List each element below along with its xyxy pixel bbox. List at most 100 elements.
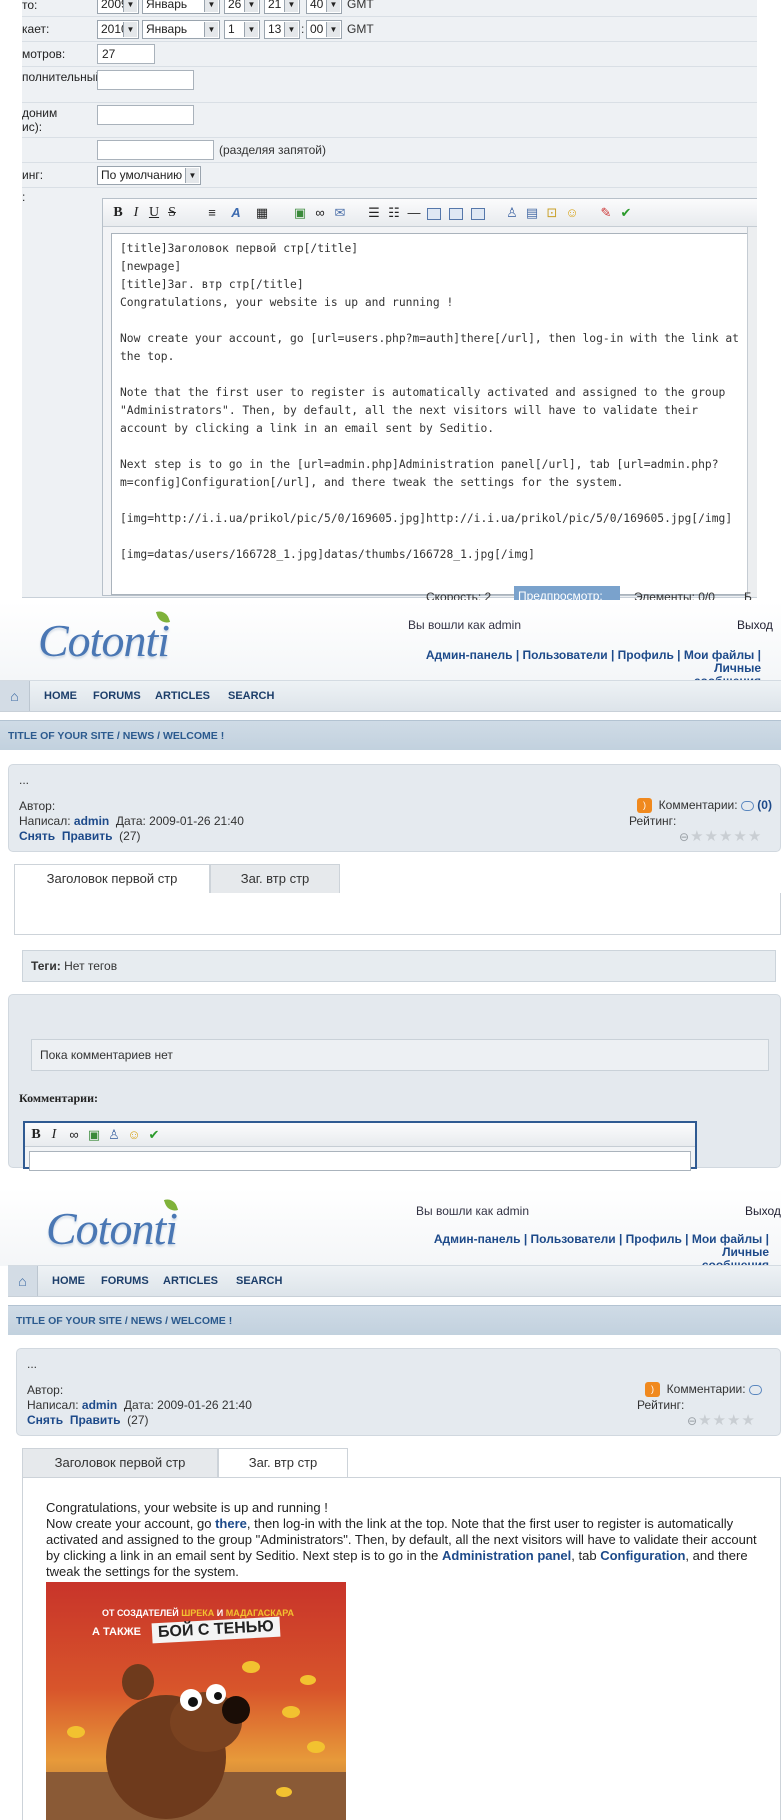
- italic-button[interactable]: I: [45, 1126, 63, 1144]
- nav-articles[interactable]: ARTICLES: [155, 690, 210, 702]
- columns-icon[interactable]: [469, 204, 487, 222]
- parser-label: инг:: [22, 168, 44, 182]
- begin-hour-select[interactable]: 21 ▼: [264, 0, 300, 14]
- alias-input[interactable]: [97, 105, 194, 125]
- smiley-icon[interactable]: ☺: [563, 204, 581, 222]
- breadcrumb-2[interactable]: TITLE OF YOUR SITE / NEWS / WELCOME !: [8, 1305, 781, 1335]
- smiley-icon[interactable]: ☺: [125, 1126, 143, 1144]
- comment-editor-toolbar: B I ∞ ▣ ♙ ☺ ✔: [25, 1123, 695, 1147]
- begin-year-select[interactable]: 2009 ▼: [97, 0, 139, 14]
- tab-second-page[interactable]: Заг. втр стр: [210, 864, 340, 894]
- extra-input[interactable]: [97, 70, 194, 90]
- remove-link[interactable]: Снять: [19, 829, 55, 843]
- editor-textarea[interactable]: [title]Заголовок первой стр[/title] [new…: [111, 233, 753, 595]
- bullet-list-icon[interactable]: ☰: [365, 204, 383, 222]
- status-preview[interactable]: Предпросмотр: 100%: [514, 586, 620, 600]
- chevron-down-icon: ▼: [204, 0, 218, 12]
- begin-month-select[interactable]: Январь ▼: [142, 0, 220, 14]
- parser-select[interactable]: По умолчанию ▼: [97, 166, 201, 185]
- expire-hour-select[interactable]: 13 ▼: [264, 20, 300, 39]
- author-link[interactable]: admin: [74, 814, 109, 828]
- status-elements: Элементы: 0/0: [634, 590, 715, 600]
- home-icon[interactable]: ⌂: [8, 1266, 38, 1296]
- email-icon[interactable]: ✉: [331, 204, 349, 222]
- image-icon[interactable]: ▣: [291, 204, 309, 222]
- user-icon[interactable]: ♙: [105, 1126, 123, 1144]
- logout-link[interactable]: Выход: [745, 1204, 781, 1218]
- nav-home[interactable]: HOME: [52, 1275, 85, 1287]
- begin-date-label: то:: [22, 0, 38, 12]
- cotonti-logo[interactable]: Cotonti: [46, 1196, 179, 1255]
- check-icon[interactable]: ✔: [145, 1126, 163, 1144]
- extra-label: полнительный: [22, 70, 103, 84]
- numbered-list-icon[interactable]: ☷: [385, 204, 403, 222]
- cancel-rating-icon[interactable]: ⊖: [679, 830, 690, 844]
- expire-year-select[interactable]: 2010 ▼: [97, 20, 139, 39]
- cancel-rating-icon[interactable]: ⊖: [687, 1414, 698, 1428]
- rating-stars[interactable]: ⊖★★★★★: [679, 827, 762, 845]
- poster-image: ОТ СОЗДАТЕЛЕЙ ШРЕКА И МАДАГАСКАРА А ТАКЖ…: [46, 1582, 346, 1820]
- link-icon[interactable]: ∞: [65, 1126, 83, 1144]
- table-icon[interactable]: ▦: [253, 204, 271, 222]
- form-row-extra: полнительный: [22, 67, 757, 103]
- link-admin-panel[interactable]: Administration panel: [442, 1548, 571, 1563]
- editor-scrollbar[interactable]: [747, 227, 757, 597]
- tab-second-page[interactable]: Заг. втр стр: [218, 1448, 348, 1478]
- form-row-tags: (разделяя запятой): [22, 138, 757, 163]
- page-tabs-1: Заголовок первой стр Заг. втр стр: [14, 864, 781, 894]
- begin-minute-select[interactable]: 40 ▼: [306, 0, 342, 14]
- comment-textarea[interactable]: [29, 1151, 691, 1171]
- font-icon[interactable]: A: [227, 204, 245, 222]
- home-icon[interactable]: ⌂: [0, 681, 30, 711]
- nav-forums[interactable]: FORUMS: [101, 1275, 149, 1287]
- check-icon[interactable]: ✔: [617, 204, 635, 222]
- nav-search[interactable]: SEARCH: [236, 1275, 282, 1287]
- time-colon: :: [301, 22, 305, 36]
- edit-link[interactable]: Править: [70, 1413, 121, 1427]
- document-icon[interactable]: ▤: [523, 204, 541, 222]
- link-icon[interactable]: ∞: [311, 204, 329, 222]
- expire-minute-select[interactable]: 00 ▼: [306, 20, 342, 39]
- breadcrumb-1[interactable]: TITLE OF YOUR SITE / NEWS / WELCOME !: [0, 720, 781, 750]
- author-link[interactable]: admin: [82, 1398, 117, 1412]
- edit-link[interactable]: Править: [62, 829, 113, 843]
- horizontal-rule-icon[interactable]: —: [405, 204, 423, 222]
- article-actions: Снять Править (27): [27, 1413, 149, 1427]
- lock-icon[interactable]: ⊡: [543, 204, 561, 222]
- link-configuration[interactable]: Configuration: [600, 1548, 685, 1563]
- cotonti-logo[interactable]: Cotonti: [38, 608, 171, 667]
- nav-search[interactable]: SEARCH: [228, 690, 274, 702]
- rss-icon[interactable]: ): [645, 1382, 660, 1398]
- remove-link[interactable]: Снять: [27, 1413, 63, 1427]
- views-input[interactable]: 27: [97, 44, 155, 64]
- bold-button[interactable]: B: [27, 1126, 45, 1144]
- expire-day-select[interactable]: 1 ▼: [224, 20, 260, 39]
- block-icon[interactable]: [425, 204, 443, 222]
- tab-first-page[interactable]: Заголовок первой стр: [22, 1448, 218, 1478]
- nav-home[interactable]: HOME: [44, 690, 77, 702]
- underline-button[interactable]: U: [145, 204, 163, 222]
- nav-forums[interactable]: FORUMS: [93, 690, 141, 702]
- logout-link[interactable]: Выход: [737, 618, 773, 632]
- italic-button[interactable]: I: [127, 204, 145, 222]
- rating-stars[interactable]: ⊖★★★★: [687, 1411, 756, 1429]
- chevron-down-icon: ▼: [185, 168, 199, 183]
- user-icon[interactable]: ♙: [503, 204, 521, 222]
- nav-articles[interactable]: ARTICLES: [163, 1275, 218, 1287]
- align-icon[interactable]: ≡: [203, 204, 221, 222]
- rss-icon[interactable]: ): [637, 798, 652, 814]
- tags-input[interactable]: [97, 140, 214, 160]
- tab-panel-1: [14, 893, 781, 935]
- posted-by: Написал: admin Дата: 2009-01-26 21:40: [19, 814, 244, 828]
- link-there[interactable]: there: [215, 1516, 247, 1531]
- block2-icon[interactable]: [447, 204, 465, 222]
- comments-heading: Комментарии:: [19, 1091, 99, 1105]
- tab-first-page[interactable]: Заголовок первой стр: [14, 864, 210, 894]
- image-icon[interactable]: ▣: [85, 1126, 103, 1144]
- begin-day-select[interactable]: 26 ▼: [224, 0, 260, 14]
- bold-button[interactable]: B: [109, 204, 127, 222]
- clear-icon[interactable]: ✎: [597, 204, 615, 222]
- expire-month-select[interactable]: Январь ▼: [142, 20, 220, 39]
- content-line-1: Congratulations, your website is up and …: [46, 1500, 328, 1515]
- strikethrough-button[interactable]: S: [163, 204, 181, 222]
